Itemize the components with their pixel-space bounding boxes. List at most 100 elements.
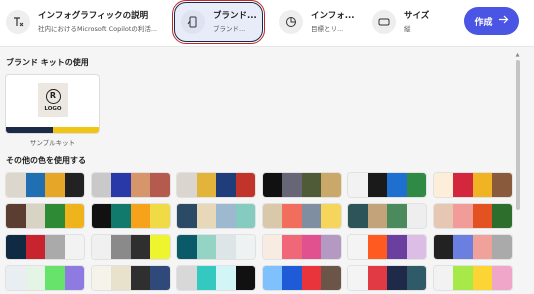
scrollbar-thumb[interactable]: [516, 60, 520, 210]
palette-swatch: [433, 266, 453, 290]
palette-swatch: [367, 204, 387, 228]
palette-swatch: [196, 173, 216, 197]
palette-swatch: [387, 204, 407, 228]
palette-swatch: [282, 204, 302, 228]
palette-swatch: [235, 173, 255, 197]
palette-swatch: [25, 173, 45, 197]
palette-swatch: [91, 173, 111, 197]
color-palette-option[interactable]: [433, 173, 512, 197]
palette-swatch: [216, 173, 236, 197]
color-palette-option[interactable]: [6, 266, 84, 290]
palette-swatch: [130, 204, 150, 228]
logo-letter: R: [45, 88, 61, 104]
color-palette-option[interactable]: [177, 266, 255, 290]
palette-swatch: [150, 235, 170, 259]
top-toolbar: インフォグラフィックの説明 社内におけるMicrosoft Copilotの利活…: [0, 0, 534, 46]
palette-swatch: [387, 235, 407, 259]
step-size[interactable]: サイズ 縦: [372, 2, 452, 42]
palette-swatch: [25, 204, 45, 228]
kit-color-bar: [6, 127, 99, 133]
palette-swatch: [111, 204, 131, 228]
palette-swatch: [301, 266, 321, 290]
palette-swatch: [321, 204, 341, 228]
palette-swatch: [177, 266, 197, 290]
color-palette-option[interactable]: [6, 235, 84, 259]
color-palette-option[interactable]: [91, 173, 170, 197]
logo-text: LOGO: [44, 105, 62, 112]
palette-swatch: [492, 173, 512, 197]
color-palette-option[interactable]: [433, 235, 512, 259]
color-palette-option[interactable]: [262, 173, 341, 197]
color-palette-option[interactable]: [91, 235, 170, 259]
step-title: ブランド...: [213, 11, 257, 21]
scroll-up-icon[interactable]: ▲: [515, 52, 520, 58]
step-infographic-layout[interactable]: インフォ... 目標とリ...: [279, 2, 357, 42]
palette-swatch: [348, 173, 368, 197]
palette-swatch: [321, 235, 341, 259]
palette-swatch: [433, 173, 453, 197]
palette-swatch: [387, 173, 407, 197]
color-palette-option[interactable]: [348, 266, 426, 290]
color-palette-option[interactable]: [177, 204, 255, 228]
palette-swatch: [196, 235, 216, 259]
color-palette-option[interactable]: [91, 204, 170, 228]
color-palette-option[interactable]: [177, 173, 255, 197]
palette-swatch: [492, 235, 512, 259]
palette-swatch: [453, 235, 473, 259]
palette-swatch: [196, 204, 216, 228]
palette-swatch: [130, 173, 150, 197]
arrow-right-icon: [498, 15, 509, 27]
palette-swatch: [492, 266, 512, 290]
palette-swatch: [177, 235, 197, 259]
palette-swatch: [367, 173, 387, 197]
palette-swatch: [64, 204, 84, 228]
color-palette-option[interactable]: [348, 235, 426, 259]
palette-swatch: [282, 173, 302, 197]
color-palette-option[interactable]: [262, 204, 341, 228]
color-palette-option[interactable]: [262, 266, 341, 290]
palette-swatch: [262, 266, 282, 290]
color-palette-option[interactable]: [348, 173, 426, 197]
color-palette-option[interactable]: [348, 204, 426, 228]
chart-layout-icon: [279, 10, 303, 34]
step-brand[interactable]: ブランド... ブランド...: [172, 0, 265, 44]
palette-swatch: [492, 204, 512, 228]
sample-kit-card[interactable]: R LOGO: [6, 75, 99, 133]
palette-swatch: [406, 173, 426, 197]
color-palette-option[interactable]: [262, 235, 341, 259]
palette-swatch: [130, 266, 150, 290]
palette-swatch: [406, 235, 426, 259]
palette-swatch: [472, 204, 492, 228]
color-palette-option[interactable]: [91, 266, 170, 290]
palette-swatch: [301, 173, 321, 197]
kit-color-swatch: [6, 127, 30, 133]
rectangle-icon: [372, 10, 396, 34]
palette-swatch: [235, 204, 255, 228]
palette-swatch: [6, 266, 26, 290]
step-infographic-description[interactable]: インフォグラフィックの説明 社内におけるMicrosoft Copilotの利活…: [6, 2, 166, 42]
color-palette-option[interactable]: [177, 235, 255, 259]
create-button-label: 作成: [474, 17, 493, 28]
palette-swatch: [348, 204, 368, 228]
brand-panel: ブランド キットの使用 R LOGO サンプルキット その他の色を使用する: [0, 46, 534, 294]
color-palette-option[interactable]: [6, 204, 84, 228]
text-format-icon: [6, 10, 30, 34]
palette-swatch: [45, 266, 65, 290]
palette-swatch: [91, 204, 111, 228]
palette-swatch: [91, 235, 111, 259]
palette-swatch: [111, 173, 131, 197]
color-palette-option[interactable]: [433, 204, 512, 228]
palette-swatch: [262, 173, 282, 197]
palette-swatch: [406, 204, 426, 228]
palette-swatch: [282, 266, 302, 290]
color-palette-option[interactable]: [433, 266, 512, 290]
palette-swatch: [91, 266, 111, 290]
palette-swatch: [453, 266, 473, 290]
palette-swatch: [130, 235, 150, 259]
brand-kit-heading: ブランド キットの使用: [6, 58, 89, 67]
palette-swatch: [348, 266, 368, 290]
create-button[interactable]: 作成: [464, 7, 519, 35]
palette-swatch: [150, 266, 170, 290]
color-palette-option[interactable]: [6, 173, 84, 197]
palette-swatch: [235, 235, 255, 259]
